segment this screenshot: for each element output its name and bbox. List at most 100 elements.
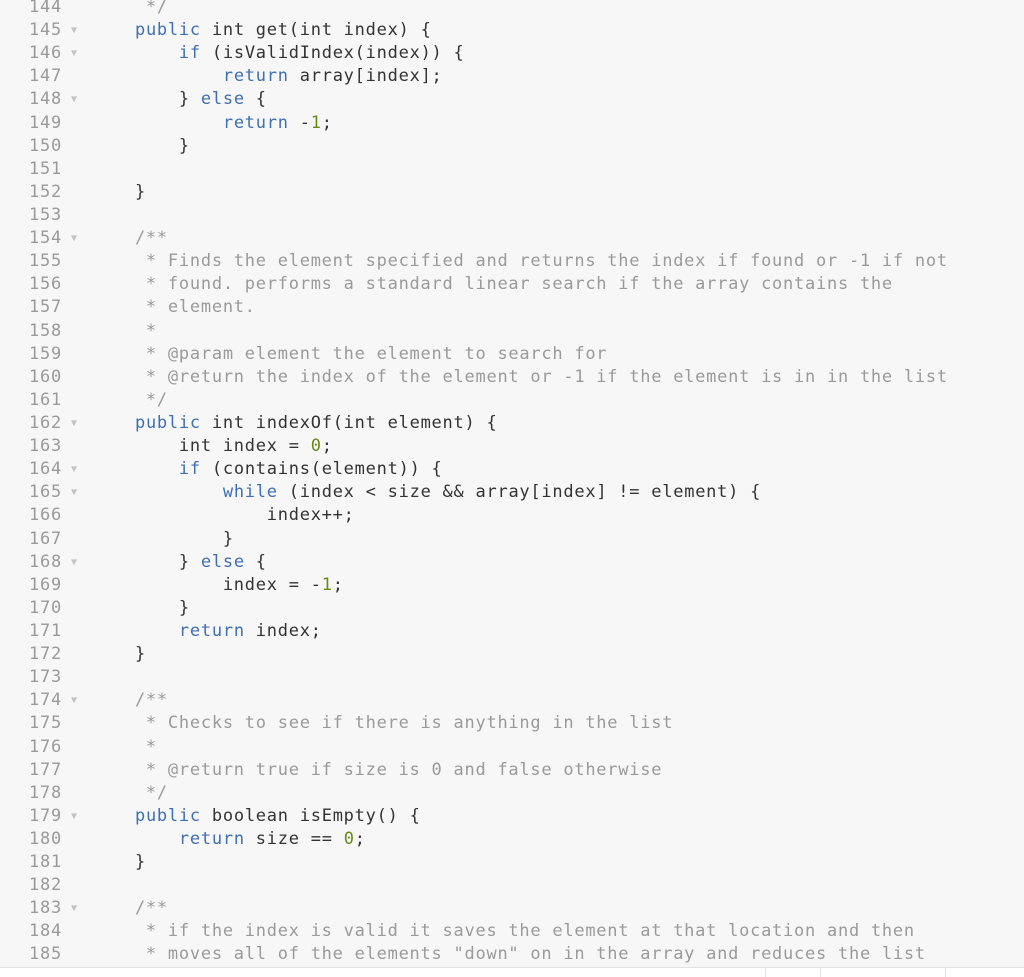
code-text: index = -1; [91,574,344,597]
code-line[interactable]: 152 } [0,181,1024,204]
line-number: 183 [29,898,62,919]
code-line[interactable]: 173 [0,666,1024,689]
fold-toggle-icon[interactable]: ▼ [71,481,81,504]
comment-token: * Checks to see if there is anything in … [91,713,674,734]
code-line[interactable]: 169 index = -1; [0,574,1024,597]
code-token: int indexOf(int element) { [200,412,498,433]
code-token: index; [244,620,322,641]
code-line[interactable]: 156 * found. performs a standard linear … [0,273,1024,296]
line-number: 146 [29,43,62,64]
code-token: } [91,597,190,618]
fold-toggle-icon[interactable]: ▼ [71,19,81,42]
code-line[interactable]: 172 } [0,643,1024,666]
keyword-token: if [178,43,201,64]
code-text: * @return true if size is 0 and false ot… [91,759,662,782]
code-editor[interactable]: 144 */145 ▼ public int get(int index) {14… [0,0,1024,967]
code-line[interactable]: 154 ▼ /** [0,227,1024,250]
line-number: 164 [29,459,62,480]
code-text: * @param element the element to search f… [91,343,607,366]
line-number: 160 [29,366,62,387]
line-number: 171 [29,620,62,641]
code-line[interactable]: 159 * @param element the element to sear… [0,343,1024,366]
code-line[interactable]: 185 * moves all of the elements "down" o… [0,943,1024,966]
comment-token: * found. performs a standard linear sear… [91,274,893,295]
code-token: size == [244,828,344,849]
code-text: } else { [91,88,267,111]
comment-token: */ [91,0,168,17]
code-line[interactable]: 182 [0,874,1024,897]
fold-toggle-icon[interactable]: ▼ [71,88,81,111]
code-line[interactable]: 166 index++; [0,504,1024,527]
code-line[interactable]: 157 * element. [0,296,1024,319]
fold-toggle-icon[interactable]: ▼ [71,805,81,828]
fold-toggle-icon[interactable]: ▼ [71,897,81,920]
comment-token: * @return true if size is 0 and false ot… [91,759,663,780]
code-token: (contains(element)) { [200,459,443,480]
code-line[interactable]: 167 } [0,528,1024,551]
keyword-token: return [222,112,289,133]
line-number: 145 [29,20,62,41]
fold-toggle-icon[interactable]: ▼ [71,551,81,574]
line-number: 167 [29,528,62,549]
code-line[interactable]: 158 * [0,320,1024,343]
code-line[interactable]: 183 ▼ /** [0,897,1024,920]
line-number: 175 [29,713,62,734]
code-line[interactable]: 155 * Finds the element specified and re… [0,250,1024,273]
code-line[interactable]: 175 * Checks to see if there is anything… [0,712,1024,735]
code-line[interactable]: 146 ▼ if (isValidIndex(index)) { [0,42,1024,65]
code-text: * moves all of the elements "down" on in… [91,943,926,966]
code-line[interactable]: 177 * @return true if size is 0 and fals… [0,759,1024,782]
code-line[interactable]: 145 ▼ public int get(int index) { [0,19,1024,42]
code-text: */ [91,782,168,805]
code-line[interactable]: 161 */ [0,389,1024,412]
number-token: 1 [310,112,322,133]
code-line[interactable]: 179 ▼ public boolean isEmpty() { [0,805,1024,828]
line-number: 172 [29,644,62,665]
fold-toggle-icon[interactable]: ▼ [71,458,81,481]
code-line[interactable]: 181 } [0,851,1024,874]
code-line[interactable]: 174 ▼ /** [0,689,1024,712]
keyword-token: while [222,482,278,503]
code-line[interactable]: 168 ▼ } else { [0,551,1024,574]
code-line[interactable]: 170 } [0,597,1024,620]
number-token: 1 [321,574,333,595]
fold-toggle-icon[interactable]: ▼ [71,42,81,65]
code-line[interactable]: 165 ▼ while (index < size && array[index]… [0,481,1024,504]
code-line[interactable]: 147 return array[index]; [0,65,1024,88]
code-line[interactable]: 176 * [0,736,1024,759]
code-text: int index = 0; [91,435,333,458]
code-line[interactable]: 162 ▼ public int indexOf(int element) { [0,412,1024,435]
fold-toggle-icon[interactable]: ▼ [71,227,81,250]
code-text: if (contains(element)) { [91,458,443,481]
code-line[interactable]: 163 int index = 0; [0,435,1024,458]
code-token: ; [354,828,366,849]
code-line[interactable]: 160 * @return the index of the element o… [0,366,1024,389]
code-line[interactable]: 164 ▼ if (contains(element)) { [0,458,1024,481]
code-line[interactable]: 144 */ [0,0,1024,19]
code-line[interactable]: 184 * if the index is valid it saves the… [0,920,1024,943]
code-line[interactable]: 150 } [0,135,1024,158]
code-line[interactable]: 178 */ [0,782,1024,805]
code-token: ; [321,112,333,133]
code-line[interactable]: 149 return -1; [0,112,1024,135]
code-line[interactable]: 171 return index; [0,620,1024,643]
line-number: 174 [29,690,62,711]
code-text: return index; [91,620,322,643]
comment-token: * element. [91,297,256,318]
code-line[interactable]: 180 return size == 0; [0,828,1024,851]
fold-toggle-icon[interactable]: ▼ [71,412,81,435]
code-line[interactable]: 153 [0,204,1024,227]
code-line[interactable]: 148 ▼ } else { [0,88,1024,111]
fold-toggle-icon[interactable]: ▼ [71,689,81,712]
code-token: int get(int index) { [200,20,432,41]
line-number: 182 [29,875,62,896]
code-line[interactable]: 151 [0,158,1024,181]
line-number: 177 [29,759,62,780]
line-number: 161 [29,389,62,410]
code-token: { [244,89,267,110]
line-number: 155 [29,251,62,272]
line-number: 178 [29,782,62,803]
line-number: 144 [29,0,62,17]
